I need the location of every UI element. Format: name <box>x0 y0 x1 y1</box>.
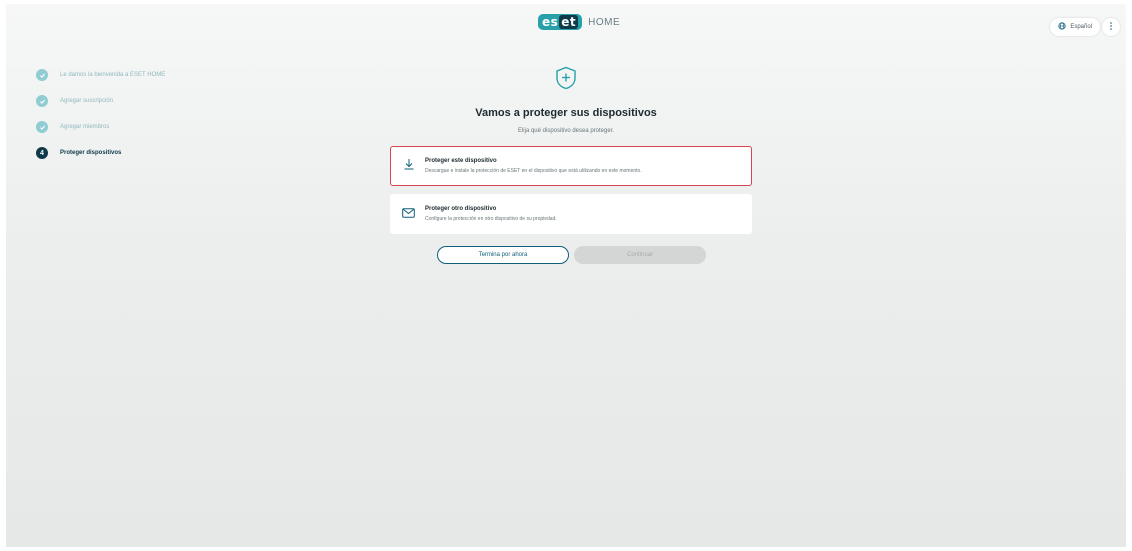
main-content: Vamos a proteger sus dispositivos Elija … <box>6 66 1126 134</box>
more-vertical-icon <box>1109 18 1113 36</box>
option-title: Proteger este dispositivo <box>425 158 497 164</box>
logo-home-text: HOME <box>588 16 621 28</box>
more-options-button[interactable] <box>1102 18 1120 36</box>
app-window: es et HOME Español Le damos la bienvenida… <box>6 4 1126 547</box>
shield-plus-icon <box>555 66 577 95</box>
finish-later-button[interactable]: Termina por ahora <box>437 246 569 264</box>
step-protect-devices: 4 Proteger dispositivos <box>36 146 165 160</box>
option-title: Proteger otro dispositivo <box>425 206 497 212</box>
continue-button[interactable]: Continuar <box>574 246 706 264</box>
language-selector-button[interactable]: Español <box>1050 18 1100 36</box>
option-description: Configure la protección en otro disposit… <box>425 216 557 222</box>
eset-home-logo: es et HOME <box>538 14 620 30</box>
eset-logo-mark: es et <box>538 14 583 30</box>
page-title: Vamos a proteger sus dispositivos <box>475 107 657 119</box>
globe-icon <box>1058 22 1066 32</box>
option-description: Descargue e instale la protección de ESE… <box>425 168 642 174</box>
option-other-device[interactable]: Proteger otro dispositivo Configure la p… <box>390 194 752 234</box>
step-number: 4 <box>36 147 48 159</box>
language-label: Español <box>1070 24 1092 30</box>
mail-icon <box>402 205 415 223</box>
download-icon <box>403 157 415 175</box>
option-this-device[interactable]: Proteger este dispositivo Descargue e in… <box>390 146 752 186</box>
step-label: Proteger dispositivos <box>60 150 122 156</box>
page-subtitle: Elija qué dispositivo desea proteger. <box>517 128 615 134</box>
